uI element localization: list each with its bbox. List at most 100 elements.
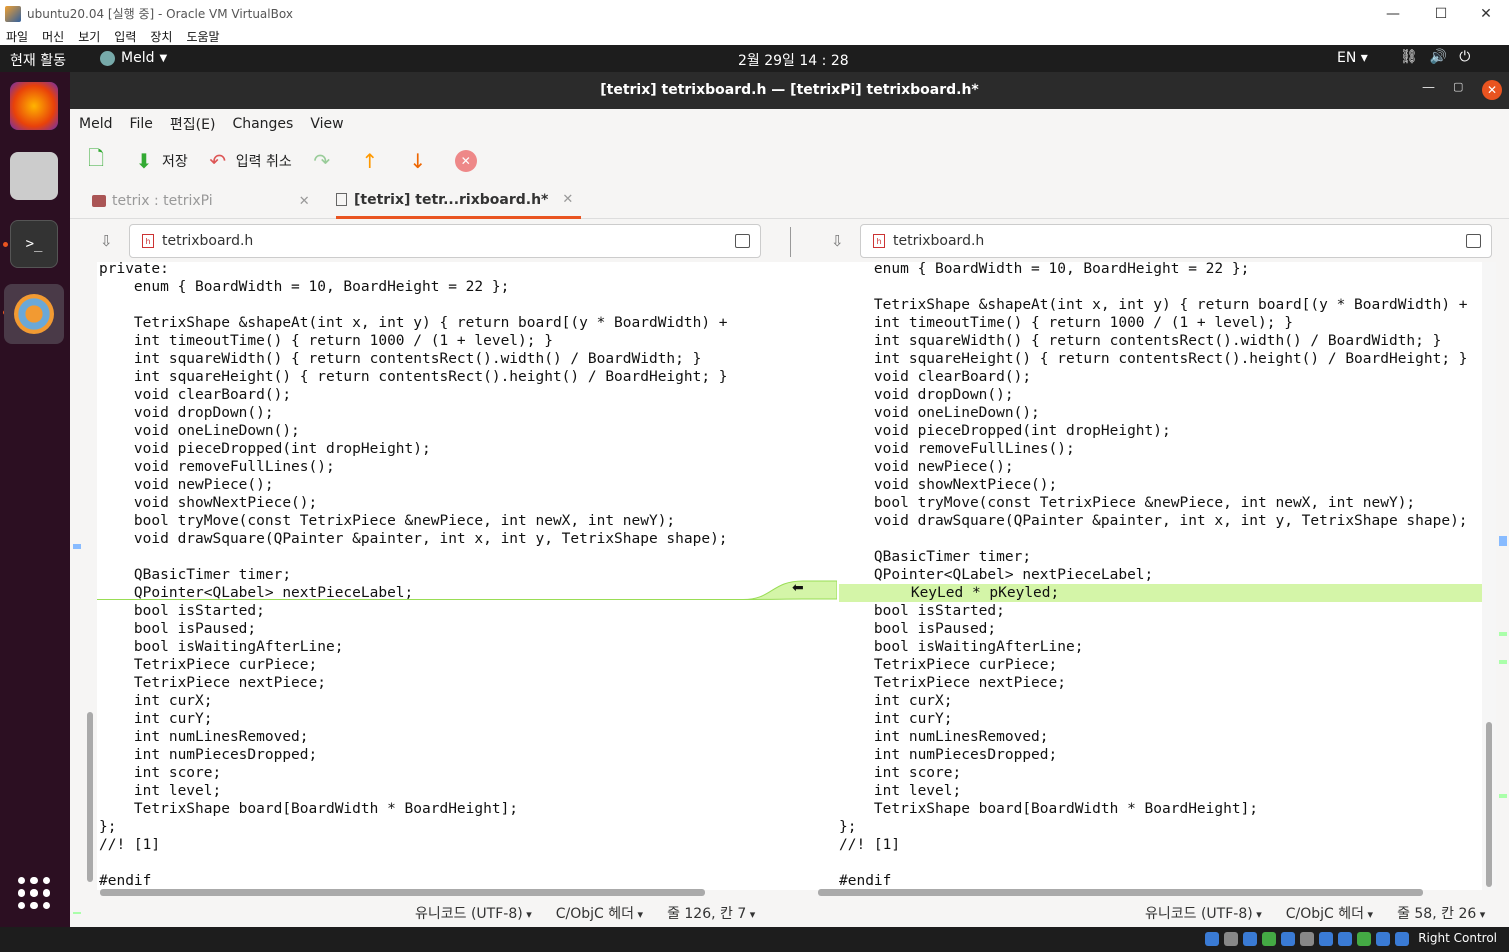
menu-item[interactable]: Changes (232, 116, 293, 132)
minimize-icon[interactable]: — (1422, 80, 1435, 95)
optical-icon[interactable] (1224, 932, 1238, 946)
activities-button[interactable]: 현재 활동 (10, 50, 66, 70)
meld-dock-icon[interactable] (4, 284, 64, 344)
save-button[interactable]: ⬇ 저장 (132, 149, 188, 173)
code-line: void oneLineDown(); (839, 405, 1040, 421)
code-line: QPointer<QLabel> nextPieceLabel; (839, 567, 1154, 583)
left-language-select[interactable]: C/ObjC 헤더 (556, 903, 643, 923)
network-icon[interactable] (1262, 932, 1276, 946)
files-icon[interactable] (10, 152, 58, 200)
audio-icon[interactable] (1243, 932, 1257, 946)
minimize-icon[interactable]: — (1370, 0, 1416, 27)
save-left-icon[interactable]: ⇩ (100, 232, 113, 250)
right-scroll-thumb[interactable] (1486, 722, 1492, 887)
clock[interactable]: 2월 29일 14 : 28 (738, 50, 849, 70)
code-line: TetrixShape &shapeAt(int x, int y) { ret… (839, 297, 1468, 313)
right-hscroll-thumb[interactable] (818, 889, 1423, 896)
recording-icon[interactable] (1338, 932, 1352, 946)
code-line: int level; (99, 783, 222, 799)
left-scroll-thumb[interactable] (87, 712, 93, 882)
app-name: Meld (121, 50, 155, 66)
close-icon[interactable]: ✕ (1463, 0, 1509, 27)
left-change-map[interactable] (70, 262, 84, 914)
copy-icon[interactable] (735, 234, 750, 248)
code-line: bool tryMove(const TetrixPiece &newPiece… (99, 513, 676, 529)
cpu-icon[interactable] (1357, 932, 1371, 946)
stop-button[interactable]: ✕ (454, 149, 484, 173)
vbox-menu-item[interactable]: 보기 (78, 28, 100, 45)
terminal-icon[interactable]: >_ (10, 220, 58, 268)
shared-folders-icon[interactable] (1300, 932, 1314, 946)
code-line: void drawSquare(QPainter &painter, int x… (99, 531, 728, 547)
file-icon (336, 193, 347, 206)
code-line: int timeoutTime() { return 1000 / (1 + l… (839, 315, 1293, 331)
right-cursor-position[interactable]: 줄 58, 칸 26 (1397, 903, 1485, 923)
map-marker (73, 912, 81, 914)
toolbar: 🗋 ⬇ 저장 ↶ 입력 취소 ↷ ↑ ↓ ✕ (70, 139, 1509, 183)
display-icon[interactable] (1319, 932, 1333, 946)
code-line: TetrixPiece curPiece; (99, 657, 318, 673)
firefox-icon[interactable] (10, 82, 58, 130)
header-file-icon: h (142, 234, 154, 248)
vbox-menu-item[interactable]: 파일 (6, 28, 28, 45)
mouse-icon[interactable] (1376, 932, 1390, 946)
right-file-chooser[interactable]: h tetrixboard.h (860, 224, 1492, 258)
left-scrollbar[interactable] (84, 262, 97, 890)
code-line: bool tryMove(const TetrixPiece &newPiece… (839, 495, 1416, 511)
right-change-map[interactable] (1496, 262, 1509, 890)
copy-icon[interactable] (1466, 234, 1481, 248)
previous-change-button[interactable]: ↑ (358, 149, 388, 173)
app-menu[interactable]: Meld ▼ (100, 50, 167, 66)
keyboard-icon[interactable] (1395, 932, 1409, 946)
next-change-button[interactable]: ↓ (406, 149, 436, 173)
new-comparison-button[interactable]: 🗋 (84, 146, 114, 173)
code-line: TetrixPiece nextPiece; (839, 675, 1066, 691)
right-language-select[interactable]: C/ObjC 헤더 (1286, 903, 1373, 923)
vbox-menu-item[interactable]: 도움말 (186, 28, 219, 45)
link-map[interactable]: ⬅ (743, 262, 837, 890)
redo-button[interactable]: ↷ (310, 149, 340, 173)
left-hscroll-thumb[interactable] (100, 889, 705, 896)
vbox-menu-item[interactable]: 머신 (42, 28, 64, 45)
code-line: TetrixShape board[BoardWidth * BoardHeig… (99, 801, 519, 817)
separator (790, 227, 791, 257)
maximize-icon[interactable]: ☐ (1418, 0, 1464, 27)
vbox-menu-item[interactable]: 입력 (114, 28, 136, 45)
code-line: int curX; (99, 693, 213, 709)
left-encoding-select[interactable]: 유니코드 (UTF-8) (415, 903, 532, 923)
map-marker (1499, 536, 1507, 546)
right-encoding-select[interactable]: 유니코드 (UTF-8) (1145, 903, 1262, 923)
show-apps-icon[interactable] (18, 877, 50, 909)
left-cursor-position[interactable]: 줄 126, 칸 7 (667, 903, 755, 923)
maximize-icon[interactable]: ▢ (1453, 80, 1463, 93)
save-right-icon[interactable]: ⇩ (831, 232, 844, 250)
right-text-pane[interactable]: enum { BoardWidth = 10, BoardHeight = 22… (837, 262, 1482, 890)
usb-icon[interactable] (1281, 932, 1295, 946)
save-icon: ⬇ (135, 149, 153, 173)
menu-item[interactable]: File (129, 116, 152, 132)
language-indicator[interactable]: EN ▾ (1337, 50, 1368, 66)
right-vscroll[interactable] (1482, 262, 1496, 890)
undo-icon: ↶ (209, 149, 227, 173)
tab-folder-compare[interactable]: tetrix : tetrixPi ✕ (92, 183, 332, 219)
vbox-menu-item[interactable]: 장치 (150, 28, 172, 45)
menu-item[interactable]: View (310, 116, 343, 132)
system-tray[interactable]: ⛓ 🔊 ⏻ (1400, 49, 1470, 65)
code-line: int squareHeight() { return contentsRect… (839, 351, 1468, 367)
tab-file-compare[interactable]: [tetrix] tetr...rixboard.h* ✕ (336, 183, 581, 219)
undo-button[interactable]: ↶ 입력 취소 (206, 149, 291, 173)
left-text-pane[interactable]: private: enum { BoardWidth = 10, BoardHe… (97, 262, 743, 890)
tab-close-icon[interactable]: ✕ (299, 194, 310, 209)
menu-item[interactable]: Meld (79, 116, 112, 132)
code-line: bool isPaused; (839, 621, 997, 637)
push-change-arrow-icon[interactable]: ⬅ (792, 580, 804, 596)
left-file-chooser[interactable]: h tetrixboard.h (129, 224, 761, 258)
hdd-icon[interactable] (1205, 932, 1219, 946)
vbox-title: ubuntu20.04 [실행 중] - Oracle VM VirtualBo… (27, 7, 293, 21)
close-icon[interactable]: ✕ (1482, 80, 1502, 100)
new-file-icon: 🗋 (87, 146, 105, 170)
menu-item[interactable]: 편집(E) (170, 114, 216, 134)
tab-close-icon[interactable]: ✕ (562, 192, 573, 207)
right-statusbar: 유니코드 (UTF-8) C/ObjC 헤더 줄 58, 칸 26 (1145, 903, 1485, 923)
